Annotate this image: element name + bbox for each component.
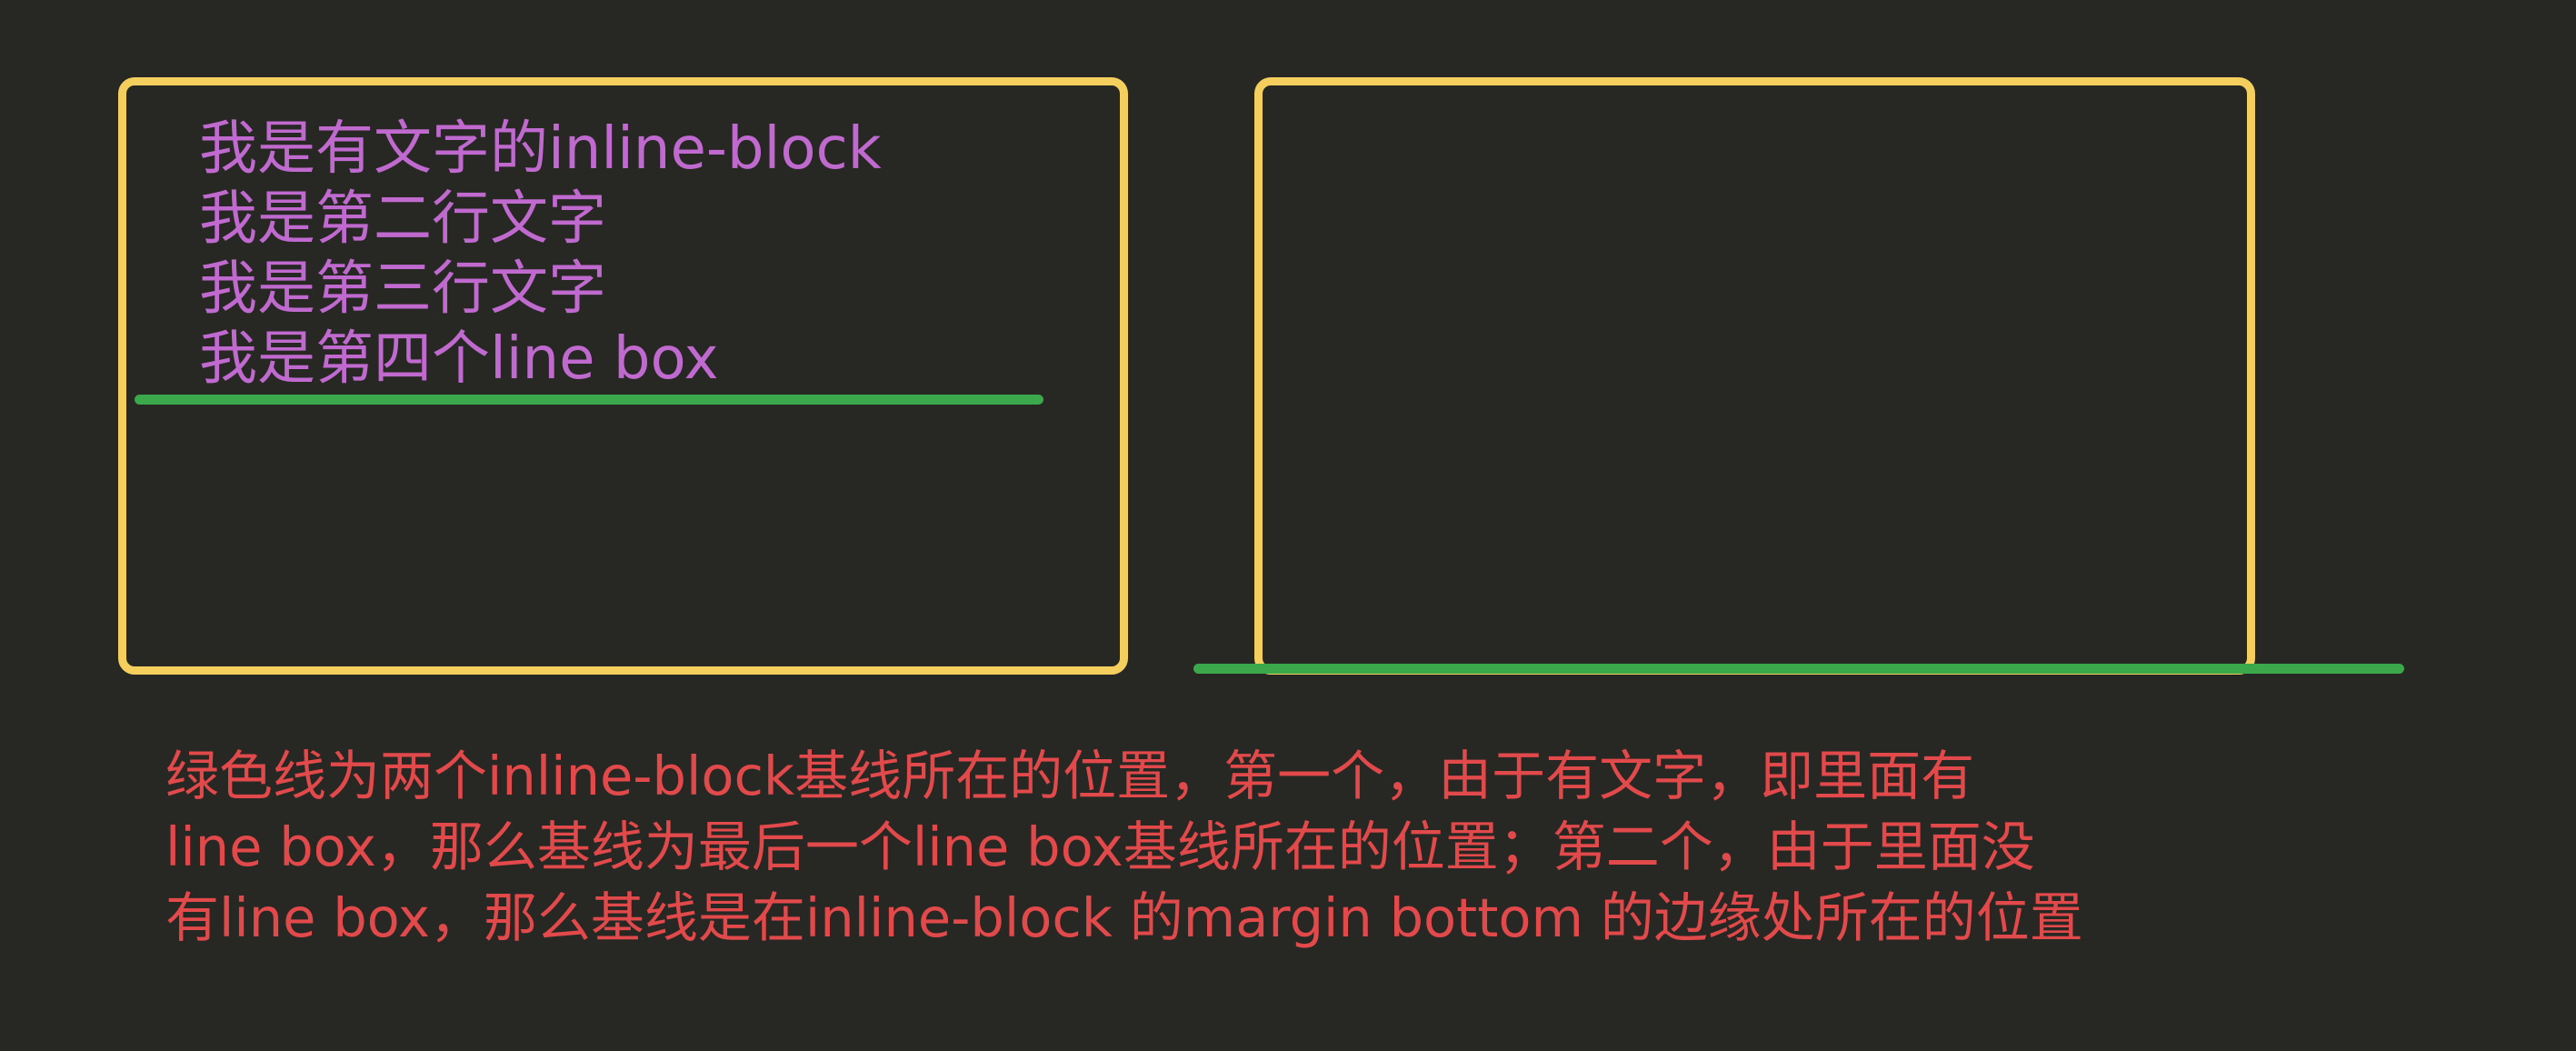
line-box-3: 我是第三行文字 <box>199 255 606 323</box>
baseline-line-left <box>135 395 1043 405</box>
caption-line-3: 有line box，那么基线是在inline-block 的margin bot… <box>165 886 2083 949</box>
explanation-caption: 绿色线为两个inline-block基线所在的位置，第一个，由于有文字，即里面有… <box>165 741 2083 954</box>
line-box-4: 我是第四个line box <box>199 325 719 393</box>
inline-block-text-lines: 我是有文字的inline-block 我是第二行文字 我是第三行文字 我是第四个… <box>199 115 882 395</box>
baseline-line-right <box>1193 664 2404 674</box>
line-box-2: 我是第二行文字 <box>199 185 606 253</box>
caption-line-1: 绿色线为两个inline-block基线所在的位置，第一个，由于有文字，即里面有 <box>165 745 1975 807</box>
caption-line-2: line box，那么基线为最后一个line box基线所在的位置；第二个，由于… <box>165 816 2035 878</box>
line-box-1: 我是有文字的inline-block <box>199 115 882 183</box>
empty-inline-block <box>1254 77 2255 675</box>
inline-block-with-text: 我是有文字的inline-block 我是第二行文字 我是第三行文字 我是第四个… <box>118 77 1128 675</box>
